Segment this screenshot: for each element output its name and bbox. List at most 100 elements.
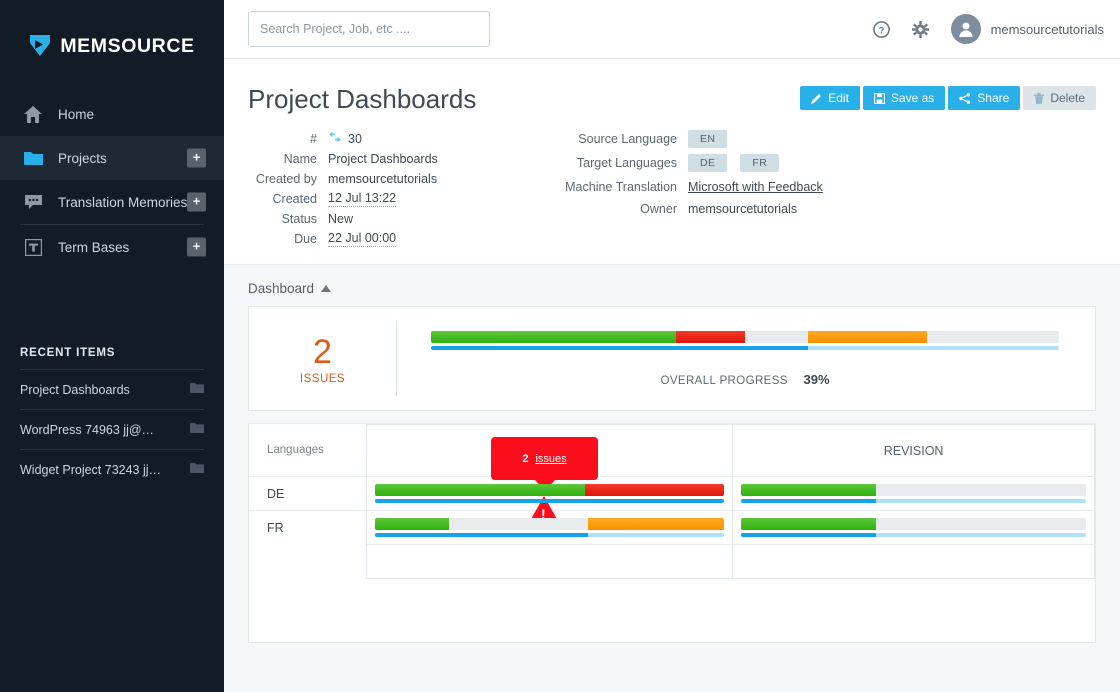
list-item[interactable]: Project Dashboards xyxy=(20,369,204,409)
trash-icon xyxy=(1034,92,1045,104)
language-badge: DE xyxy=(688,153,728,172)
row-label-fr: FR xyxy=(249,510,367,545)
issues-callout-link[interactable]: issues xyxy=(535,453,566,465)
progress-segment-completed xyxy=(741,484,876,496)
chevron-up-icon xyxy=(321,285,332,292)
sidebar-item-home[interactable]: Home xyxy=(0,92,224,136)
issues-callout[interactable]: 2 issues xyxy=(491,437,598,480)
metadata-key: Owner xyxy=(640,201,677,216)
metadata-value: memsourcetutorials xyxy=(328,171,438,186)
add-term-base-button[interactable]: + xyxy=(187,237,206,257)
metadata-column-right: Source Language EN Target Languages DE F… xyxy=(548,129,823,248)
edit-button-label: Edit xyxy=(828,91,849,105)
issues-summary[interactable]: 2 ISSUES xyxy=(249,321,397,396)
language-badge: FR xyxy=(740,153,780,172)
metadata-row-name: Name Project Dashboards xyxy=(248,149,548,168)
progress-segment-completed xyxy=(741,518,876,530)
share-button[interactable]: Share xyxy=(948,86,1021,110)
save-as-button[interactable]: Save as xyxy=(862,86,946,110)
metadata-row-source-language: Source Language EN xyxy=(548,129,823,148)
metadata-key: Machine Translation xyxy=(565,179,677,194)
cell-de-revision[interactable] xyxy=(732,476,1095,511)
progress-segment-completed xyxy=(375,518,449,530)
languages-table: Languages TRANSLATION REVISION DE xyxy=(249,424,1095,579)
swap-arrows-icon xyxy=(328,131,342,146)
home-icon xyxy=(22,103,44,125)
metadata-row-target-languages: Target Languages DE FR xyxy=(548,153,823,172)
metadata-key: Target Languages xyxy=(576,155,677,170)
table-footer-cell xyxy=(366,544,734,579)
sidebar: MEMSOURCE Home Projects + Translation Me… xyxy=(0,0,224,692)
metadata-row-id: # 30 xyxy=(248,129,548,148)
sidebar-item-translation-memories[interactable]: Translation Memories + xyxy=(0,180,224,224)
machine-translation-link[interactable]: Microsoft with Feedback xyxy=(688,180,823,194)
top-bar: ? memsourcetut xyxy=(224,0,1120,59)
sidebar-item-term-bases[interactable]: Term Bases + xyxy=(0,225,224,269)
metadata-key: Created by xyxy=(255,171,317,186)
column-header-languages: Languages xyxy=(267,444,324,457)
dashboard-section-label: Dashboard xyxy=(248,281,315,296)
overall-progress-label: OVERALL PROGRESS xyxy=(660,375,788,387)
folder-icon xyxy=(190,461,204,479)
folder-icon xyxy=(190,421,204,439)
progress-segment-completed xyxy=(375,484,585,496)
list-item[interactable]: Widget Project 73243 jj@me… xyxy=(20,449,204,489)
overall-progress-value: 39% xyxy=(803,372,830,387)
cell-fr-revision[interactable] xyxy=(732,510,1095,545)
language-badge: EN xyxy=(688,129,728,148)
metadata-row-machine-translation: Machine Translation Microsoft with Feedb… xyxy=(548,177,823,196)
metadata-value: EN xyxy=(688,129,734,148)
avatar[interactable] xyxy=(950,14,981,44)
progress-track xyxy=(375,518,725,530)
progress-underline-fill xyxy=(375,533,589,537)
add-project-button[interactable]: + xyxy=(187,148,206,168)
sidebar-item-projects[interactable]: Projects + xyxy=(0,136,224,180)
memsource-logo-icon xyxy=(29,34,51,58)
metadata-value: 12 Jul 13:22 xyxy=(328,190,397,207)
sidebar-item-label: Translation Memories xyxy=(58,194,188,210)
list-item[interactable]: WordPress 74963 jj@memso… xyxy=(20,409,204,449)
progress-underline-fill xyxy=(375,499,725,503)
gear-icon[interactable] xyxy=(911,20,929,38)
share-icon xyxy=(959,92,971,104)
delete-button-label: Delete xyxy=(1050,91,1085,105)
issues-callout-count: 2 xyxy=(522,452,529,465)
table-row: DE xyxy=(249,476,1095,511)
progress-underline-fill xyxy=(431,346,808,350)
help-circle-icon[interactable]: ? xyxy=(872,20,890,38)
metadata-key: Status xyxy=(281,211,317,226)
dashboard-section-toggle[interactable]: Dashboard xyxy=(224,265,1120,306)
overall-progress: OVERALL PROGRESS 39% xyxy=(397,307,1095,410)
metadata-value: memsourcetutorials xyxy=(688,201,798,216)
progress-underline-track xyxy=(741,499,1086,503)
save-as-button-label: Save as xyxy=(890,91,935,105)
metadata-key: # xyxy=(310,131,317,146)
metadata-key: Due xyxy=(294,231,317,246)
pencil-icon xyxy=(811,93,822,104)
status-badge: New xyxy=(328,211,354,226)
languages-progress-card: 2 issues ! Languages TRANSLATION REVISIO… xyxy=(248,423,1096,643)
user-name[interactable]: memsourcetutorials xyxy=(991,22,1104,37)
main-content: ? memsourcetut xyxy=(224,0,1120,692)
progress-segment-inprogress xyxy=(588,518,725,530)
recent-item-label: Project Dashboards xyxy=(20,382,130,397)
metadata-value: 30 xyxy=(328,131,362,146)
progress-underline-fill xyxy=(741,533,876,537)
brand-logo[interactable]: MEMSOURCE xyxy=(0,0,224,92)
action-toolbar: Edit Save as Share Delete xyxy=(800,81,1096,110)
table-header-row: Languages TRANSLATION REVISION xyxy=(249,424,1095,477)
progress-segment-issues xyxy=(675,331,745,343)
folder-icon xyxy=(190,381,204,399)
overall-progress-bar xyxy=(431,331,1059,350)
metadata-row-status: Status New xyxy=(248,209,548,228)
search-input[interactable] xyxy=(248,11,490,47)
svg-text:?: ? xyxy=(878,25,884,36)
metadata-row-owner: Owner memsourcetutorials xyxy=(548,199,823,218)
add-translation-memory-button[interactable]: + xyxy=(187,192,206,212)
progress-underline-track xyxy=(375,533,725,537)
delete-button[interactable]: Delete xyxy=(1023,86,1096,110)
recent-items-title: RECENT ITEMS xyxy=(20,347,116,359)
recent-item-label: WordPress 74963 jj@memso… xyxy=(20,422,162,437)
edit-button[interactable]: Edit xyxy=(800,86,860,110)
progress-track xyxy=(431,331,1059,343)
